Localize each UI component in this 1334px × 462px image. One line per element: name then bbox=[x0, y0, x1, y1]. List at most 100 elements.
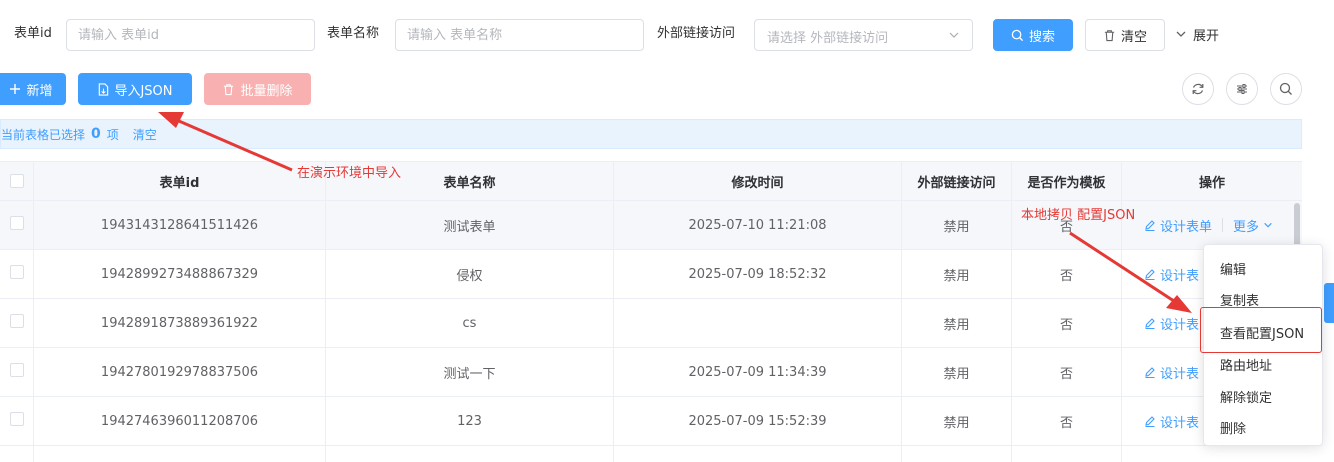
refresh-button[interactable] bbox=[1182, 73, 1214, 105]
row-checkbox-cell bbox=[0, 397, 34, 445]
copy-json-annotation: 本地拷贝 配置JSON bbox=[1021, 208, 1136, 223]
design-form-link[interactable]: 设计表 bbox=[1144, 265, 1199, 284]
batch-delete-button[interactable]: 批量删除 bbox=[204, 73, 311, 105]
row-checkbox[interactable] bbox=[9, 314, 24, 328]
selection-count: 0 bbox=[91, 126, 101, 142]
search-button[interactable]: 搜索 bbox=[993, 19, 1073, 51]
edit-icon bbox=[1145, 318, 1155, 329]
cell-form-id bbox=[34, 446, 326, 462]
cell-modified-time: 2025-07-09 15:52:39 bbox=[614, 397, 902, 445]
edit-icon bbox=[1145, 269, 1155, 280]
external-access-select[interactable]: 请选择 外部链接访问 bbox=[754, 19, 973, 51]
chevron-down-icon bbox=[949, 32, 959, 38]
table-row bbox=[0, 446, 1302, 462]
expand-toggle[interactable]: 展开 bbox=[1175, 19, 1219, 49]
design-form-label: 设计表 bbox=[1160, 268, 1200, 284]
plus-icon bbox=[10, 84, 21, 94]
header-external-access: 外部链接访问 bbox=[902, 162, 1012, 200]
side-float-tab[interactable] bbox=[1324, 283, 1334, 323]
menu-item-route-address[interactable]: 路由地址 bbox=[1220, 355, 1272, 374]
menu-item-edit[interactable]: 编辑 bbox=[1220, 259, 1246, 278]
menu-item-delete[interactable]: 删除 bbox=[1220, 418, 1246, 437]
batch-delete-label: 批量删除 bbox=[240, 83, 293, 99]
form-id-input[interactable] bbox=[66, 19, 315, 51]
cell-form-name: cs bbox=[326, 299, 614, 347]
clear-button[interactable]: 清空 bbox=[1085, 19, 1165, 51]
table-row: 1942746396011208706 123 2025-07-09 15:52… bbox=[0, 397, 1302, 446]
import-json-label: 导入JSON bbox=[114, 83, 173, 99]
more-actions-link[interactable]: 更多 bbox=[1233, 216, 1273, 235]
cell-modified-time: 2025-07-09 18:52:32 bbox=[614, 250, 902, 298]
design-form-label: 设计表单 bbox=[1160, 219, 1213, 235]
cell-is-template: 否 bbox=[1012, 299, 1122, 347]
row-checkbox[interactable] bbox=[9, 216, 24, 230]
add-button-label: 新增 bbox=[26, 83, 53, 99]
header-checkbox-cell bbox=[0, 162, 34, 200]
row-checkbox[interactable] bbox=[9, 265, 24, 279]
expand-label: 展开 bbox=[1193, 28, 1220, 44]
cell-external-access: 禁用 bbox=[902, 299, 1012, 347]
cell-is-template: 否 bbox=[1012, 397, 1122, 445]
design-form-link[interactable]: 设计表 bbox=[1144, 412, 1199, 431]
edit-icon bbox=[1145, 416, 1155, 427]
table-header: 表单id 表单名称 修改时间 外部链接访问 是否作为模板 操作 bbox=[0, 161, 1302, 201]
cell-external-access bbox=[902, 446, 1012, 462]
row-checkbox[interactable] bbox=[9, 412, 24, 426]
sliders-icon bbox=[1237, 84, 1247, 94]
cell-modified-time bbox=[614, 299, 902, 347]
row-checkbox-cell bbox=[0, 201, 34, 249]
table-row: 1942780192978837506 测试一下 2025-07-09 11:3… bbox=[0, 348, 1302, 397]
cell-form-id: 1942746396011208706 bbox=[34, 397, 326, 445]
add-button[interactable]: 新增 bbox=[0, 73, 66, 105]
cell-form-id: 1942899273488867329 bbox=[34, 250, 326, 298]
cell-external-access: 禁用 bbox=[902, 250, 1012, 298]
edit-icon bbox=[1145, 220, 1155, 231]
column-settings-button[interactable] bbox=[1226, 73, 1258, 105]
design-form-link[interactable]: 设计表 bbox=[1144, 363, 1199, 382]
cell-form-name: 测试一下 bbox=[326, 348, 614, 396]
cell-form-id: 1942780192978837506 bbox=[34, 348, 326, 396]
header-actions: 操作 bbox=[1198, 175, 1225, 191]
design-form-link[interactable]: 设计表 bbox=[1144, 314, 1199, 333]
form-name-input[interactable] bbox=[395, 19, 644, 51]
selection-prefix: 当前表格已选择 bbox=[1, 127, 86, 142]
file-import-icon bbox=[99, 82, 109, 96]
chevron-down-icon bbox=[1176, 31, 1186, 37]
form-id-label: 表单id bbox=[14, 26, 52, 41]
cell-external-access: 禁用 bbox=[902, 201, 1012, 249]
refresh-icon bbox=[1192, 83, 1204, 95]
external-access-placeholder: 请选择 外部链接访问 bbox=[767, 31, 889, 46]
cell-actions: 设计表单 更多 bbox=[1122, 201, 1302, 249]
cell-modified-time: 2025-07-09 11:34:39 bbox=[614, 348, 902, 396]
select-all-checkbox[interactable] bbox=[9, 174, 24, 188]
chevron-down-icon bbox=[1264, 222, 1272, 228]
menu-item-unlock[interactable]: 解除锁定 bbox=[1220, 387, 1272, 406]
table-row: 1942899273488867329 侵权 2025-07-09 18:52:… bbox=[0, 250, 1302, 299]
row-checkbox[interactable] bbox=[9, 363, 24, 377]
cell-is-template: 否 bbox=[1012, 250, 1122, 298]
search-icon bbox=[1011, 29, 1024, 41]
highlight-box bbox=[1200, 307, 1322, 353]
import-json-button[interactable]: 导入JSON bbox=[78, 73, 192, 105]
form-name-label: 表单名称 bbox=[327, 26, 380, 41]
search-toggle-button[interactable] bbox=[1270, 73, 1302, 105]
selection-info-bar: 当前表格已选择 0 项 清空 bbox=[0, 119, 1302, 149]
cell-is-template bbox=[1012, 446, 1122, 462]
cell-form-name: 测试表单 bbox=[326, 201, 614, 249]
design-form-link[interactable]: 设计表单 bbox=[1144, 216, 1212, 235]
header-modified-time: 修改时间 bbox=[614, 162, 902, 200]
trash-icon bbox=[224, 83, 234, 95]
cell-modified-time bbox=[614, 446, 902, 462]
cell-form-name: 123 bbox=[326, 397, 614, 445]
row-checkbox-cell bbox=[0, 250, 34, 298]
selection-clear-link[interactable]: 清空 bbox=[133, 126, 157, 143]
cell-form-name bbox=[326, 446, 614, 462]
selection-suffix: 项 bbox=[106, 127, 119, 142]
import-annotation: 在演示环境中导入 bbox=[297, 166, 402, 181]
edit-icon bbox=[1145, 367, 1155, 378]
trash-icon bbox=[1104, 29, 1115, 41]
design-form-label: 设计表 bbox=[1160, 317, 1200, 333]
header-is-template: 是否作为模板 bbox=[1012, 162, 1122, 200]
cell-modified-time: 2025-07-10 11:21:08 bbox=[614, 201, 902, 249]
design-form-label: 设计表 bbox=[1160, 415, 1200, 431]
